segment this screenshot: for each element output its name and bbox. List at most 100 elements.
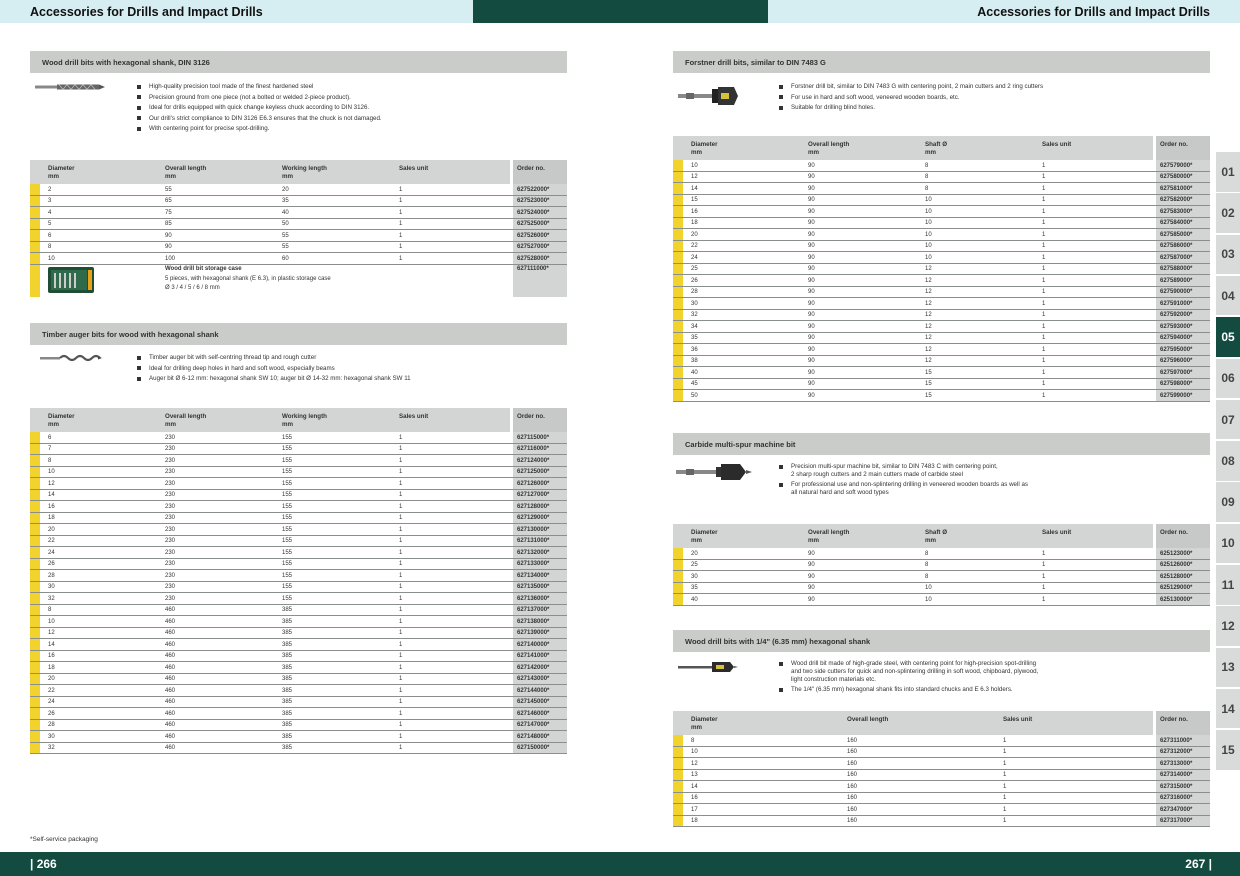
table-cell: 25 bbox=[691, 266, 698, 272]
table-row: 8 230 155 1 627124000* bbox=[30, 455, 567, 467]
table-cell: 90 bbox=[808, 277, 815, 284]
chapter-tab-11[interactable]: 11 bbox=[1216, 565, 1240, 606]
table-row: 16 460 385 1 627141000* bbox=[30, 650, 567, 662]
table-cell: 8 bbox=[925, 174, 929, 180]
table-cell: 1 bbox=[399, 457, 403, 464]
row-marker bbox=[30, 501, 40, 512]
order-number: 627128000* bbox=[517, 503, 550, 510]
col-working-length-unit: mm bbox=[282, 173, 294, 181]
chapter-tab-12[interactable]: 12 bbox=[1216, 606, 1240, 647]
table-cell: 460 bbox=[165, 722, 176, 728]
row-marker bbox=[30, 627, 40, 638]
bullet-item: The 1/4" (6.35 mm) hexagonal shank fits … bbox=[779, 686, 1199, 694]
chapter-tab-15[interactable]: 15 bbox=[1216, 730, 1240, 771]
wood-hex-bullet-list: High-quality precision tool made of the … bbox=[137, 83, 557, 136]
table-cell: 10 bbox=[48, 618, 55, 625]
table-row: 20 230 155 1 627130000* bbox=[30, 524, 567, 536]
chapter-tab-07[interactable]: 07 bbox=[1216, 399, 1240, 441]
table-cell: 1 bbox=[399, 733, 403, 740]
order-number: 625129000* bbox=[1160, 585, 1193, 591]
quarter-bullet-list: Wood drill bit made of high-grade steel,… bbox=[779, 660, 1199, 697]
table-cell: 8 bbox=[48, 244, 52, 250]
auger-bit-image bbox=[40, 354, 102, 362]
table-cell: 12 bbox=[925, 358, 932, 364]
row-marker bbox=[30, 184, 40, 195]
table-row: 8 160 1 627311000* bbox=[673, 735, 1210, 747]
chapter-tab-08[interactable]: 08 bbox=[1216, 441, 1240, 482]
table-cell: 1 bbox=[399, 469, 403, 475]
chapter-tab-05[interactable]: 05 bbox=[1216, 317, 1240, 358]
table-cell: 8 bbox=[925, 185, 929, 192]
table-cell: 32 bbox=[48, 595, 55, 602]
bullet-item: Suitable for drilling blind holes. bbox=[779, 104, 1199, 112]
table-cell: 385 bbox=[282, 641, 293, 648]
chapter-tab-06[interactable]: 06 bbox=[1216, 358, 1240, 399]
table-cell: 10 bbox=[925, 596, 932, 603]
table-cell: 1 bbox=[1042, 300, 1046, 307]
forstner-bit-image bbox=[678, 87, 738, 105]
table-row: 32 460 385 1 627150000* bbox=[30, 742, 567, 754]
chapter-tab-14[interactable]: 14 bbox=[1216, 688, 1240, 730]
table-cell: 460 bbox=[165, 710, 176, 717]
table-cell: 1 bbox=[399, 232, 403, 239]
order-number: 627597000* bbox=[1160, 369, 1193, 376]
col-sales-unit: Sales unit bbox=[1042, 141, 1072, 148]
row-marker bbox=[30, 685, 40, 696]
table-row: 3 65 35 1 627523000* bbox=[30, 195, 567, 207]
table-row: 20 90 10 1 627585000* bbox=[673, 229, 1210, 241]
row-marker bbox=[30, 558, 40, 569]
row-marker bbox=[30, 443, 40, 454]
row-marker bbox=[30, 616, 40, 627]
table-cell: 35 bbox=[691, 585, 698, 591]
row-marker bbox=[673, 758, 683, 769]
table-cell: 160 bbox=[847, 783, 858, 790]
table-cell: 155 bbox=[282, 584, 293, 590]
order-number: 627130000* bbox=[517, 526, 550, 533]
bullet-item: Auger bit Ø 6-12 mm: hexagonal shank SW … bbox=[137, 375, 557, 383]
chapter-tab-04[interactable]: 04 bbox=[1216, 275, 1240, 317]
table-cell: 12 bbox=[925, 300, 932, 307]
table-cell: 7 bbox=[48, 446, 52, 452]
table-cell: 1 bbox=[399, 515, 403, 521]
row-marker bbox=[673, 378, 683, 389]
row-marker bbox=[30, 230, 40, 241]
bullet-item: For professional use and non-splintering… bbox=[779, 481, 1199, 497]
table-cell: 90 bbox=[808, 300, 815, 307]
chapter-tab-10[interactable]: 10 bbox=[1216, 523, 1240, 565]
order-number: 627585000* bbox=[1160, 231, 1193, 238]
table-row: 18 230 155 1 627129000* bbox=[30, 512, 567, 524]
table-cell: 1 bbox=[399, 664, 403, 671]
chapter-tab-01[interactable]: 01 bbox=[1216, 152, 1240, 193]
table-row: 10 100 60 1 627528000* bbox=[30, 253, 567, 265]
table-cell: 385 bbox=[282, 699, 293, 705]
col-diameter: Diameter bbox=[48, 413, 75, 420]
table-body: 6 230 155 1 627115000* 7 230 155 1 627116000* 8 230… bbox=[30, 432, 567, 754]
table-cell: 20 bbox=[691, 231, 698, 238]
table-row: 26 230 155 1 627133000* bbox=[30, 558, 567, 570]
col-overall-length: Overall length bbox=[808, 141, 850, 148]
chapter-tab-13[interactable]: 13 bbox=[1216, 647, 1240, 689]
table-cell: 155 bbox=[282, 457, 293, 464]
order-number: 627583000* bbox=[1160, 208, 1193, 215]
row-marker bbox=[30, 639, 40, 650]
table-cell: 15 bbox=[925, 369, 932, 376]
col-diameter-unit: mm bbox=[691, 537, 703, 545]
chapter-tab-02[interactable]: 02 bbox=[1216, 193, 1240, 234]
table-row: 24 90 10 1 627587000* bbox=[673, 252, 1210, 264]
order-number: 627137000* bbox=[517, 607, 550, 613]
table-cell: 35 bbox=[691, 335, 698, 341]
chapter-tab-09[interactable]: 09 bbox=[1216, 482, 1240, 523]
table-cell: 38 bbox=[691, 358, 698, 364]
auger-bullet-list: Timber auger bit with self-centring thre… bbox=[137, 354, 557, 386]
table-cell: 155 bbox=[282, 526, 293, 533]
table-cell: 160 bbox=[847, 760, 858, 767]
col-diameter: Diameter bbox=[691, 529, 718, 536]
table-cell: 18 bbox=[48, 515, 55, 521]
table-row: 8 460 385 1 627137000* bbox=[30, 604, 567, 616]
table-row: 22 460 385 1 627144000* bbox=[30, 685, 567, 697]
row-marker bbox=[673, 781, 683, 792]
order-number: 627598000* bbox=[1160, 381, 1193, 387]
chapter-tab-03[interactable]: 03 bbox=[1216, 234, 1240, 276]
col-shaft-diameter-unit: mm bbox=[925, 149, 937, 157]
table-cell: 90 bbox=[808, 185, 815, 192]
